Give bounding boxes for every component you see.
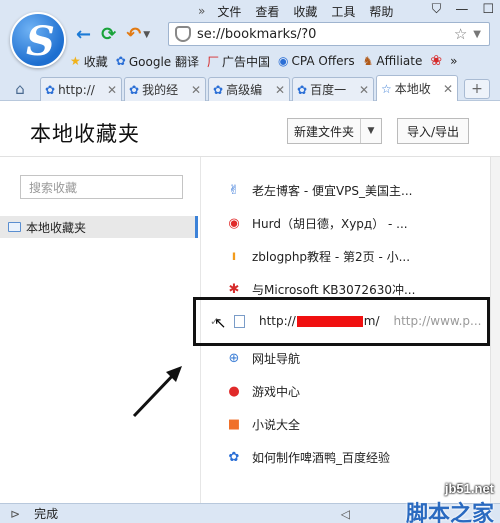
divider (0, 156, 500, 157)
watermark: jb51.net 脚本之家 (406, 481, 494, 523)
bookmarks-overflow-icon[interactable]: » (450, 54, 457, 68)
affiliate-icon: ♞ (362, 54, 374, 68)
ad-icon: 厂 (206, 54, 219, 69)
tab-4[interactable]: ✿ 百度一 ✕ (292, 77, 374, 101)
paw-icon: ✿ (297, 82, 308, 97)
list-item[interactable]: ● 游戏中心 (226, 375, 488, 408)
menu-overflow-icon[interactable]: » (198, 4, 205, 18)
chevron-down-icon[interactable]: ▼ (473, 29, 481, 40)
star-icon[interactable]: ☆ (454, 25, 467, 43)
close-icon[interactable]: ✕ (443, 82, 453, 96)
bookmark-extra-icon[interactable]: ❀ (430, 53, 442, 69)
tab-1[interactable]: ✿ http://✕ (40, 77, 122, 101)
bookmark-ad-china[interactable]: 厂广告中国 (207, 53, 270, 70)
maximize-button[interactable]: ☐ (482, 2, 494, 17)
menu-view[interactable]: 查看 (255, 3, 279, 20)
new-folder-label[interactable]: 新建文件夹 (288, 119, 361, 143)
list-item[interactable]: ı zblogphp教程 - 第2页 - 小... (226, 240, 488, 273)
window-controls: ⛉ — ☐ (432, 2, 494, 17)
bookmark-list: ✌ 老左博客 - 便宜VPS_美国主... ◉ Hurd（胡日德，Хурд） - .… (226, 174, 488, 306)
list-item[interactable]: ✌ 老左博客 - 便宜VPS_美国主... (226, 174, 488, 207)
undo-dropdown-icon[interactable]: ▼ (143, 30, 150, 40)
site-favicon-icon: ✌ (228, 183, 240, 198)
tab-2[interactable]: ✿ 我的经 ✕ (124, 77, 206, 101)
list-item[interactable]: ✿ 如何制作啤酒鸭_百度经验 (226, 441, 488, 474)
watermark-domain: jb51.net (444, 481, 494, 496)
skin-icon[interactable]: ⛉ (432, 2, 442, 17)
site-favicon-icon: ı (231, 249, 237, 264)
status-text: 完成 (34, 507, 59, 521)
paw-icon: ✿ (228, 450, 240, 465)
list-item[interactable]: ⊕ 网址导航 (226, 342, 488, 375)
bookmark-favorites[interactable]: ★ 收藏 (70, 53, 108, 70)
annotation-arrow-shaft (132, 370, 178, 418)
tab-3[interactable]: ✿ 高级编 ✕ (208, 77, 290, 101)
bookmark-list-lower: ⊕ 网址导航 ● 游戏中心 ■ 小说大全 ✿ 如何制作啤酒鸭_百度经验 (226, 342, 488, 474)
annotation-arrow (132, 366, 182, 418)
menu-bar: » 文件 查看 收藏 工具 帮助 (198, 2, 393, 20)
url-text[interactable]: se://bookmarks/?0 (197, 27, 454, 42)
close-icon[interactable]: ✕ (107, 83, 117, 97)
chevron-down-icon[interactable]: ▼ (361, 119, 381, 143)
close-icon[interactable]: ✕ (191, 83, 201, 97)
browser-chrome: S » 文件 查看 收藏 工具 帮助 ⛉ — ☐ ← ⟳ ↶ ▼ se://bo… (0, 0, 500, 101)
site-favicon-icon: ◉ (228, 216, 240, 231)
shield-icon (175, 26, 191, 42)
undo-icon[interactable]: ↶ (126, 24, 141, 45)
scrollbar[interactable] (490, 157, 500, 503)
paw-icon: ✿ (45, 82, 56, 97)
menu-help[interactable]: 帮助 (369, 3, 393, 20)
new-folder-button[interactable]: 新建文件夹 ▼ (287, 118, 382, 144)
close-icon[interactable]: ✕ (275, 83, 285, 97)
search-input[interactable]: 搜索收藏 (20, 175, 183, 199)
sidebar-item-local-bookmarks[interactable]: 本地收藏夹 (0, 216, 198, 238)
paw-icon: ✿ (213, 82, 224, 97)
sogou-logo-icon[interactable]: S (10, 12, 66, 68)
minimize-button[interactable]: — (455, 2, 468, 17)
back-arrow-icon[interactable]: ← (76, 24, 91, 45)
watermark-text: 脚本之家 (405, 501, 494, 523)
address-bar[interactable]: se://bookmarks/?0 ☆ ▼ (168, 22, 490, 46)
bookmark-google-translate[interactable]: ✿ Google 翻译 (116, 53, 199, 70)
tab-bar: ⌂ ✿ http://✕ ✿ 我的经 ✕ ✿ 高级编 ✕ ✿ 百度一 ✕ ☆ 本地收 ✕ + (0, 75, 500, 101)
novel-icon: ■ (227, 417, 241, 432)
site-favicon-icon: ✱ (228, 282, 240, 297)
page-icon (234, 314, 245, 328)
bookmarks-bar: ★ 收藏 ✿ Google 翻译 厂广告中国 ◉ CPA Offers ♞ Affili… (70, 52, 457, 70)
list-item[interactable]: ◉ Hurd（胡日德，Хурд） - ... (226, 207, 488, 240)
page-title: 本地收藏夹 (30, 122, 140, 146)
refresh-icon[interactable]: ⟳ (101, 24, 116, 45)
menu-favorites[interactable]: 收藏 (293, 3, 317, 20)
cpa-icon: ◉ (278, 54, 289, 68)
home-icon[interactable]: ⌂ (0, 77, 40, 101)
tab-local-bookmarks[interactable]: ☆ 本地收 ✕ (376, 75, 458, 101)
redaction-bar (296, 315, 363, 327)
bookmark-url-dim: http://www.p... (393, 314, 482, 328)
paw-icon: ✿ (115, 54, 126, 68)
paw-icon: ✿ (129, 82, 140, 97)
menu-tools[interactable]: 工具 (331, 3, 355, 20)
sidebar-toggle-icon[interactable]: ⊳ (10, 507, 20, 521)
import-export-button[interactable]: 导入/导出 (397, 118, 469, 144)
close-icon[interactable]: ✕ (359, 83, 369, 97)
globe-icon: ⊕ (228, 351, 240, 366)
sidebar-item-label: 本地收藏夹 (26, 220, 87, 235)
bookmark-cpa-offers[interactable]: ◉ CPA Offers (278, 54, 355, 68)
bookmark-affiliate[interactable]: ♞ Affiliate (363, 54, 423, 68)
bookmark-url-prefix: http:// (259, 314, 296, 328)
game-center-icon: ● (228, 384, 240, 399)
folder-icon (8, 222, 21, 232)
list-item[interactable]: ■ 小说大全 (226, 408, 488, 441)
nav-buttons: ← ⟳ ↶ ▼ (76, 24, 150, 45)
star-icon: ★ (70, 54, 81, 68)
mouse-cursor-icon: ↖ (214, 314, 227, 332)
speaker-icon[interactable]: ◁ (341, 507, 350, 521)
star-icon: ☆ (381, 81, 392, 96)
menu-file[interactable]: 文件 (217, 3, 241, 20)
new-tab-button[interactable]: + (464, 79, 490, 99)
list-item-selected[interactable]: ✓ http://m/ http://www.p... (210, 308, 486, 334)
bookmark-url-suffix: m/ (363, 314, 380, 328)
